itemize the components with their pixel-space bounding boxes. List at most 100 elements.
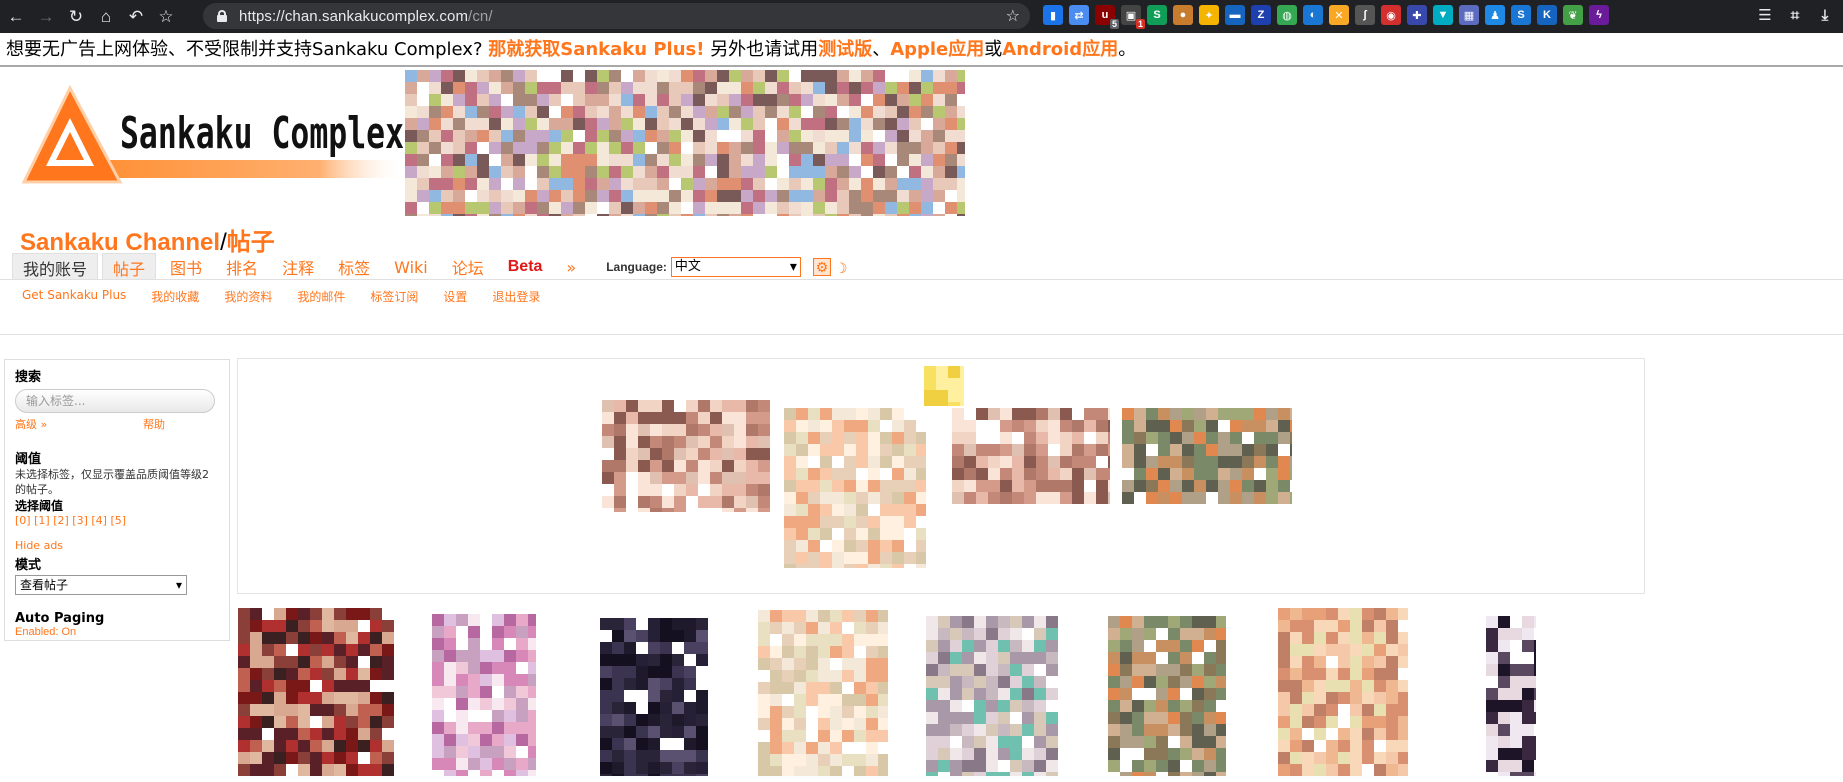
- hide-ads-link[interactable]: Hide ads: [15, 539, 219, 552]
- lock-icon: [217, 10, 227, 22]
- tab-beta[interactable]: Beta: [498, 256, 553, 278]
- globe-extension-icon[interactable]: ◍: [1277, 5, 1297, 25]
- settings-gear-icon[interactable]: ⚙: [812, 258, 831, 276]
- post-thumb-3[interactable]: [600, 618, 708, 776]
- tab-tags[interactable]: 标签: [328, 253, 380, 281]
- select-threshold-label: 选择阈值: [15, 499, 64, 513]
- subnav-mail[interactable]: 我的邮件: [297, 288, 345, 305]
- cookie-extension-icon[interactable]: ●: [1173, 5, 1193, 25]
- threshold-level-3[interactable]: [3]: [72, 514, 88, 527]
- get-plus-link[interactable]: 那就获取Sankaku Plus!: [488, 39, 704, 60]
- tab-more[interactable]: »: [556, 256, 586, 279]
- bird-extension-icon[interactable]: ✦: [1199, 5, 1219, 25]
- section-link[interactable]: 帖子: [227, 229, 275, 256]
- post-thumb-7[interactable]: [1278, 608, 1408, 776]
- featured-sparkle-image[interactable]: [924, 366, 964, 406]
- post-thumb-2[interactable]: [432, 614, 536, 776]
- puzzle-extension-icon[interactable]: ✚: [1407, 5, 1427, 25]
- post-thumb-4[interactable]: [758, 610, 888, 776]
- translate-extension-icon[interactable]: ⇄: [1069, 5, 1089, 25]
- bolt-extension-icon[interactable]: ϟ: [1589, 5, 1609, 25]
- reading-list-icon[interactable]: ☰: [1755, 5, 1775, 25]
- post-thumb-6[interactable]: [1108, 616, 1226, 776]
- user-extension-icon[interactable]: ♟: [1485, 5, 1505, 25]
- search-heading: 搜索: [15, 370, 42, 385]
- screenshot-extension-icon[interactable]: ▣ 1: [1121, 5, 1145, 29]
- image-extension-icon[interactable]: ▦: [1459, 5, 1479, 25]
- filter-extension-icon[interactable]: ▼: [1433, 5, 1453, 25]
- threshold-level-1[interactable]: [1]: [34, 514, 50, 527]
- tampermonkey-extension-icon[interactable]: ✕: [1329, 5, 1349, 25]
- subnav-get-plus[interactable]: Get Sankaku Plus: [22, 288, 126, 305]
- featured-thumb-2[interactable]: [784, 408, 926, 568]
- tab-forum[interactable]: 论坛: [442, 253, 494, 281]
- beta-link[interactable]: 测试版: [818, 39, 872, 60]
- threshold-levels: [0] [1] [2] [3] [4] [5]: [15, 514, 219, 527]
- bookmark-star-icon[interactable]: ☆: [152, 3, 180, 31]
- forward-icon[interactable]: →: [32, 3, 60, 31]
- bookmark-extension-icon[interactable]: ▮: [1043, 5, 1063, 25]
- threshold-heading: 阈值: [15, 452, 42, 467]
- tab-books[interactable]: 图书: [160, 253, 212, 281]
- threshold-level-0[interactable]: [0]: [15, 514, 31, 527]
- subnav-settings[interactable]: 设置: [443, 288, 467, 305]
- tag-search-input[interactable]: 输入标签...: [15, 389, 215, 413]
- logo-text: Sankaku Complex: [120, 108, 404, 159]
- edge-extension-icon[interactable]: ◐: [1303, 5, 1323, 25]
- z-extension-icon[interactable]: Z: [1251, 5, 1271, 25]
- undo-icon[interactable]: ↶: [122, 3, 150, 31]
- advanced-search-link[interactable]: 高级 »: [15, 416, 143, 432]
- featured-thumb-4[interactable]: [1122, 408, 1292, 504]
- leaf-extension-icon[interactable]: ❦: [1563, 5, 1583, 25]
- threshold-level-4[interactable]: [4]: [91, 514, 107, 527]
- hook-extension-icon[interactable]: ʃ: [1355, 5, 1375, 25]
- plus-notice: 想要无广告上网体验、不受限制并支持Sankaku Complex? 那就获取Sa…: [0, 33, 1843, 67]
- mode-heading: 模式: [15, 558, 42, 573]
- post-thumb-8[interactable]: [1486, 616, 1536, 776]
- language-select[interactable]: 中文: [670, 257, 801, 277]
- camera-extension-icon[interactable]: ◉: [1381, 5, 1401, 25]
- tab-my-account[interactable]: 我的账号: [12, 252, 99, 282]
- subnav-logout[interactable]: 退出登录: [492, 288, 540, 305]
- s-extension-icon[interactable]: S: [1147, 5, 1167, 25]
- main-navigation: 我的账号 帖子 图书 排名 注释 标签 Wiki 论坛 Beta » Langu…: [12, 252, 848, 282]
- notice-text: 另外也请试用: [710, 39, 819, 60]
- subnav-favorites[interactable]: 我的收藏: [151, 288, 199, 305]
- help-link[interactable]: 帮助: [143, 416, 165, 432]
- home-icon[interactable]: ⌂: [92, 3, 120, 31]
- featured-thumb-1[interactable]: [602, 400, 770, 512]
- crop-icon[interactable]: ⌗: [1785, 5, 1805, 25]
- chat-extension-icon[interactable]: ▬: [1225, 5, 1245, 25]
- reload-icon[interactable]: ↻: [62, 3, 90, 31]
- tab-wiki[interactable]: Wiki: [384, 256, 438, 279]
- ublock-extension-icon[interactable]: u5: [1095, 5, 1119, 29]
- download-icon[interactable]: ⤓: [1815, 5, 1835, 25]
- subnav-tag-subscriptions[interactable]: 标签订阅: [370, 288, 418, 305]
- bookmark-page-icon[interactable]: ☆: [1006, 6, 1020, 26]
- tab-notes[interactable]: 注释: [272, 253, 324, 281]
- threshold-level-2[interactable]: [2]: [53, 514, 69, 527]
- subnav-profile[interactable]: 我的资料: [224, 288, 272, 305]
- apple-app-link[interactable]: Apple应用: [890, 39, 984, 60]
- url-text: https://chan.sankakucomplex.com/cn/: [239, 7, 493, 25]
- mode-select[interactable]: 查看帖子: [15, 575, 187, 595]
- title-separator: /: [220, 229, 227, 256]
- sub-navigation: Get Sankaku Plus 我的收藏 我的资料 我的邮件 标签订阅 设置 …: [0, 279, 1843, 335]
- vk-extension-icon[interactable]: K: [1537, 5, 1557, 25]
- language-label: Language:: [606, 260, 667, 274]
- address-bar[interactable]: https://chan.sankakucomplex.com/cn/ ☆: [203, 3, 1030, 29]
- threshold-level-5[interactable]: [5]: [110, 514, 126, 527]
- android-app-link[interactable]: Android应用: [1002, 39, 1118, 60]
- tab-rankings[interactable]: 排名: [216, 253, 268, 281]
- sync-extension-icon[interactable]: S: [1511, 5, 1531, 25]
- header-banner-image[interactable]: [405, 70, 969, 226]
- extensions-bar: ▮ ⇄ u5 ▣ 1 S ● ✦ ▬ Z ◍ ◐ ✕ ʃ ◉ ✚ ▼ ▦ ♟ S …: [1043, 5, 1609, 29]
- dark-mode-icon[interactable]: ☽: [835, 260, 848, 276]
- tab-posts[interactable]: 帖子: [102, 252, 157, 282]
- auto-paging-status[interactable]: Enabled: On: [15, 626, 219, 638]
- post-thumb-5[interactable]: [926, 616, 1058, 776]
- post-thumb-1[interactable]: [238, 608, 394, 776]
- featured-thumb-3[interactable]: [952, 408, 1110, 504]
- sankaku-logo[interactable]: Sankaku Complex: [20, 84, 406, 188]
- back-icon[interactable]: ←: [2, 3, 30, 31]
